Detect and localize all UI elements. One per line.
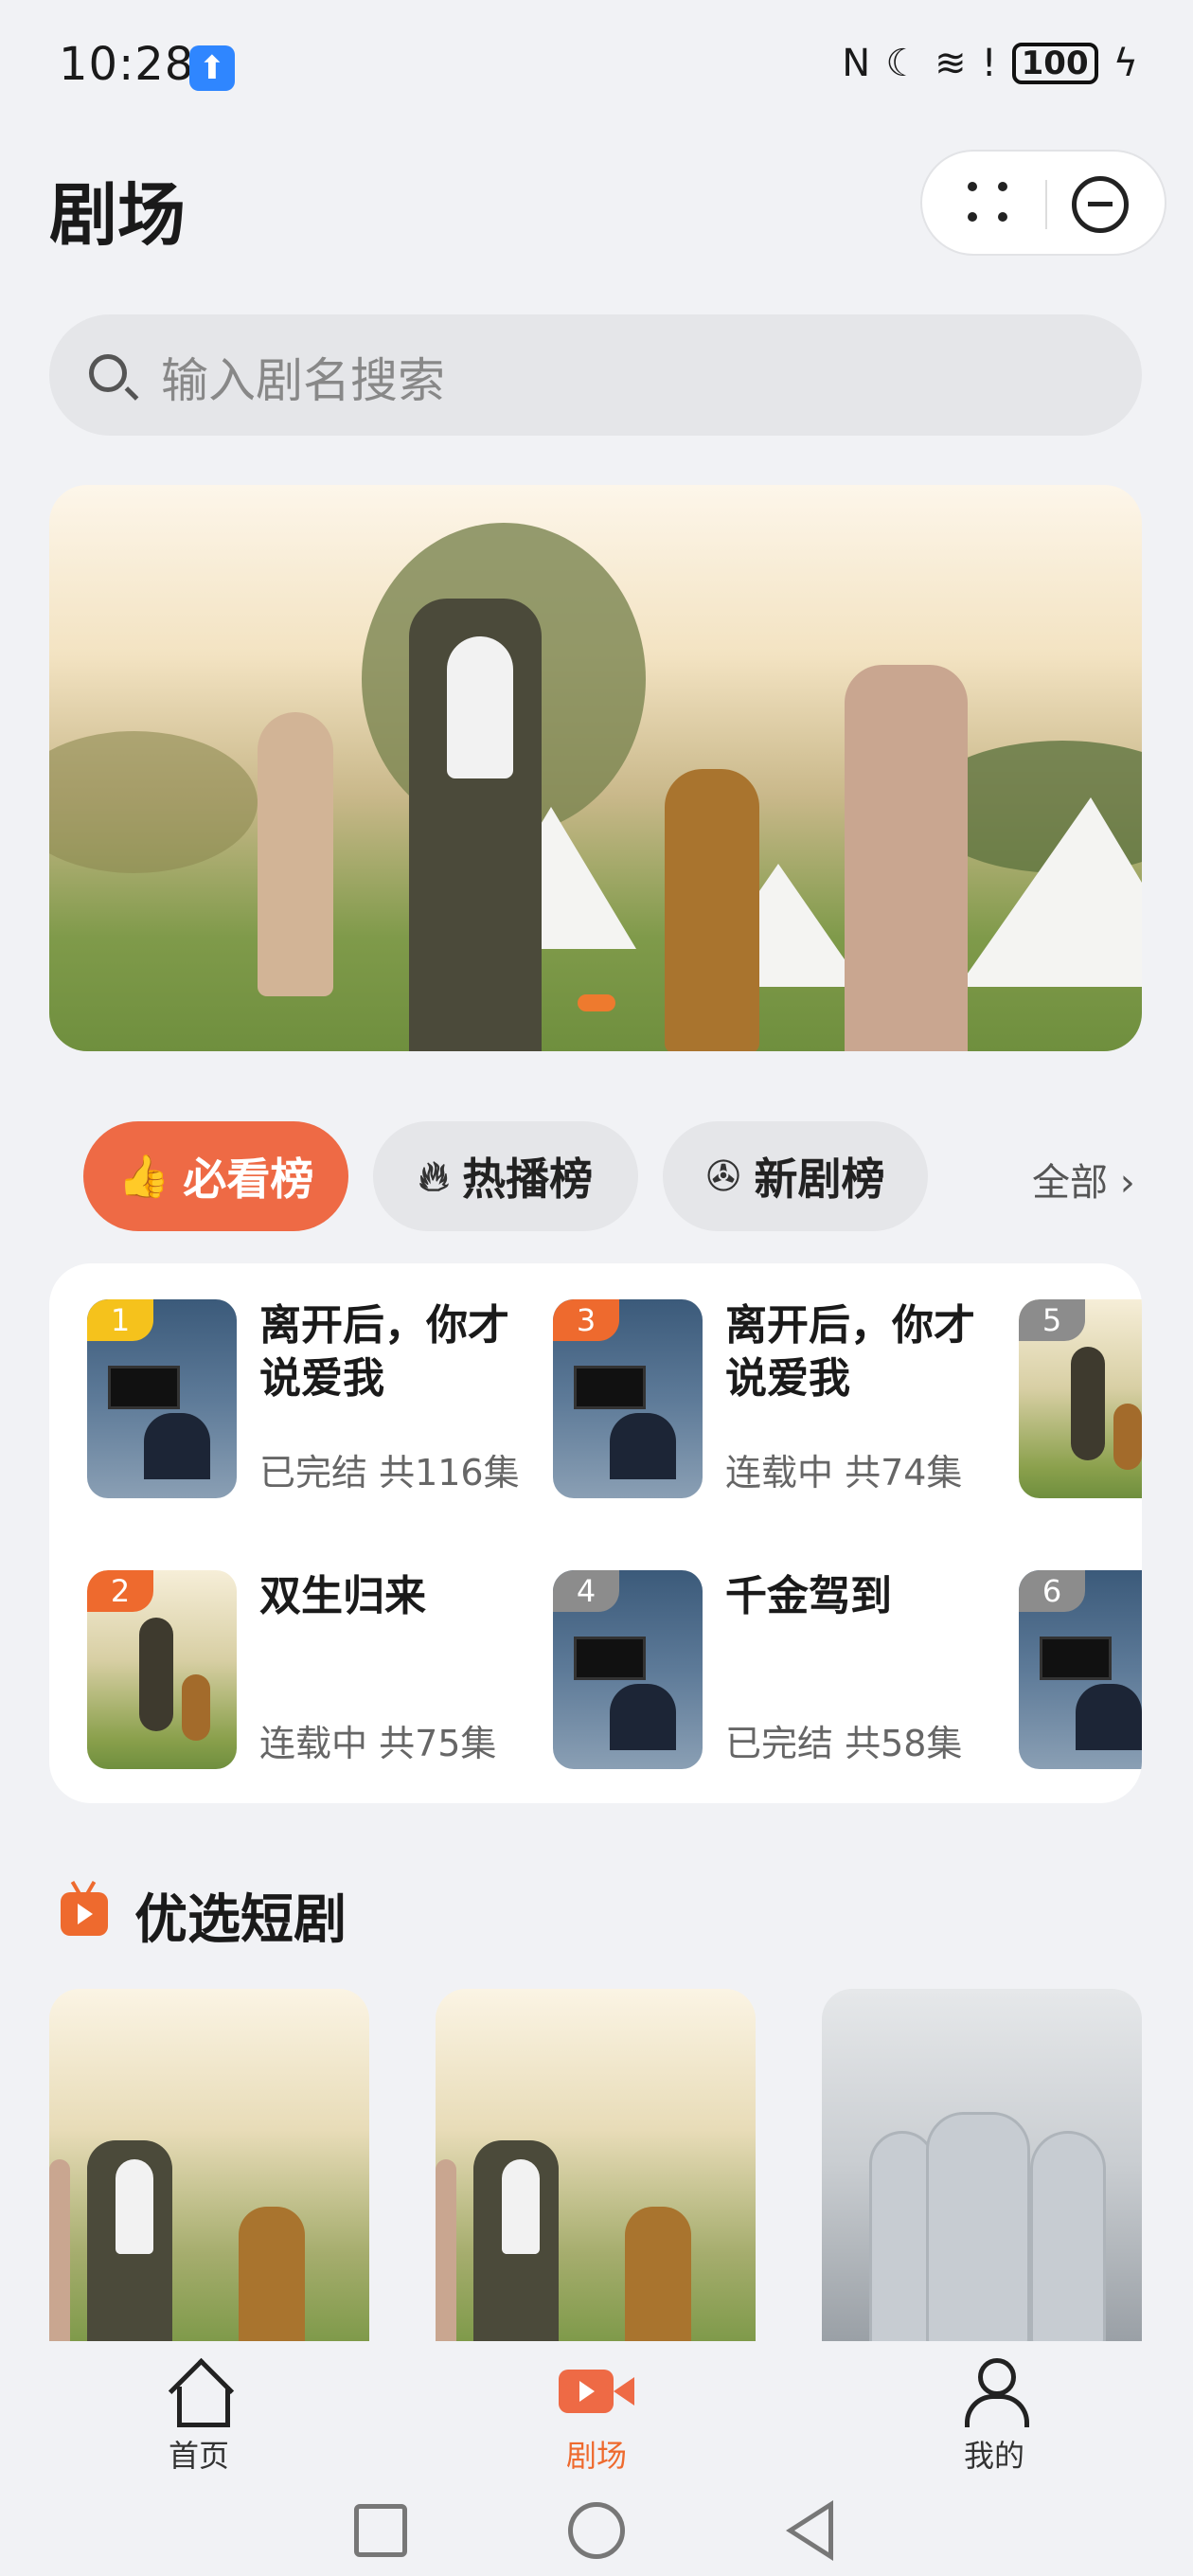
mini-program-capsule <box>920 150 1166 256</box>
tab-new[interactable]: ✇ 新剧榜 <box>663 1121 928 1231</box>
clock: 10:28 <box>59 38 195 91</box>
moon-icon: ☾ <box>885 42 920 85</box>
search-placeholder: 输入剧名搜索 <box>161 353 445 408</box>
search-icon <box>89 354 127 392</box>
nav-label: 剧场 <box>565 2438 627 2474</box>
drama-card[interactable] <box>436 1989 756 2341</box>
ranking-item[interactable]: 6 <box>1019 1570 1142 1775</box>
thumbs-up-icon: 👍 <box>117 1153 170 1201</box>
tab-label: 热播榜 <box>462 1154 594 1205</box>
rank-badge: 2 <box>87 1570 153 1612</box>
upload-badge-icon: ⬆ <box>189 45 235 91</box>
ranking-item[interactable]: 2 双生归来 连载中 共75集 <box>87 1570 542 1775</box>
flame-icon: 🔥︎ <box>418 1152 450 1201</box>
ranking-item[interactable]: 3 离开后，你才说爱我 连载中 共74集 <box>553 1299 1007 1504</box>
section-title: 优选短剧 <box>134 1889 347 1951</box>
nav-theater[interactable]: 剧场 <box>502 2358 691 2476</box>
drama-meta: 已完结 共58集 <box>725 1723 963 1764</box>
drama-thumbnail: 2 <box>87 1570 237 1769</box>
rank-badge: 6 <box>1019 1570 1085 1612</box>
home-button[interactable] <box>568 2502 625 2559</box>
capsule-divider <box>1045 180 1047 229</box>
nav-home[interactable]: 首页 <box>104 2358 294 2476</box>
ranking-item[interactable]: 5 <box>1019 1299 1142 1504</box>
hero-banner[interactable] <box>49 485 1142 1051</box>
drama-thumbnail: 6 <box>1019 1570 1142 1769</box>
close-minus-icon[interactable] <box>1072 176 1129 233</box>
drama-title: 千金驾到 <box>725 1572 892 1620</box>
status-bar: 10:28 ⬆ N ☾ ≋ ! 100 ϟ <box>0 0 1193 133</box>
nav-mine[interactable]: 我的 <box>899 2358 1089 2476</box>
battery-icon: 100 <box>1011 43 1098 84</box>
more-dots-icon[interactable] <box>968 182 1013 227</box>
tv-icon <box>61 1892 108 1936</box>
rank-badge: 1 <box>87 1299 153 1341</box>
nav-label: 我的 <box>963 2438 1024 2474</box>
nfc-icon: N <box>842 42 871 85</box>
drama-meta: 连载中 共75集 <box>259 1723 497 1764</box>
search-bar[interactable]: 输入剧名搜索 <box>49 314 1142 436</box>
video-camera-icon <box>559 2358 634 2424</box>
drama-title: 双生归来 <box>259 1572 426 1620</box>
drama-meta: 连载中 共74集 <box>725 1452 963 1494</box>
drama-title: 离开后，你才说爱我 <box>725 1301 975 1403</box>
back-button[interactable] <box>786 2500 833 2561</box>
tab-label: 必看榜 <box>183 1154 314 1205</box>
tab-label: 新剧榜 <box>754 1154 885 1205</box>
drama-thumbnail: 5 <box>1019 1299 1142 1498</box>
wifi-icon: ≋ <box>935 42 967 85</box>
home-icon <box>166 2358 232 2427</box>
drama-thumbnail: 1 <box>87 1299 237 1498</box>
nav-label: 首页 <box>168 2438 229 2474</box>
tab-must-watch[interactable]: 👍 必看榜 <box>83 1121 348 1231</box>
ranking-item[interactable]: 1 离开后，你才说爱我 已完结 共116集 <box>87 1299 542 1504</box>
drama-card[interactable] <box>49 1989 369 2341</box>
system-icons: N ☾ ≋ ! 100 ϟ <box>842 42 1138 85</box>
drama-thumbnail: 3 <box>553 1299 703 1498</box>
page-title: 剧场 <box>49 175 187 255</box>
drama-card[interactable] <box>822 1989 1142 2341</box>
ranking-card: 1 离开后，你才说爱我 已完结 共116集 3 离开后，你才说爱我 连载中 共7… <box>49 1263 1142 1803</box>
rank-badge: 4 <box>553 1570 619 1612</box>
drama-title: 离开后，你才说爱我 <box>259 1301 509 1403</box>
drama-meta: 已完结 共116集 <box>259 1452 520 1494</box>
drama-thumbnail: 4 <box>553 1570 703 1769</box>
alert-icon: ! <box>981 42 997 85</box>
user-icon <box>961 2358 1029 2427</box>
banner-indicator <box>578 994 615 1011</box>
rank-badge: 5 <box>1019 1299 1085 1341</box>
rank-badge: 3 <box>553 1299 619 1341</box>
tab-hot[interactable]: 🔥︎ 热播榜 <box>373 1121 638 1231</box>
ranking-item[interactable]: 4 千金驾到 已完结 共58集 <box>553 1570 1007 1775</box>
recent-apps-button[interactable] <box>354 2504 407 2557</box>
see-all-link[interactable]: 全部 › <box>1032 1152 1135 1207</box>
charging-icon: ϟ <box>1113 42 1138 85</box>
film-reel-icon: ✇ <box>705 1152 741 1201</box>
